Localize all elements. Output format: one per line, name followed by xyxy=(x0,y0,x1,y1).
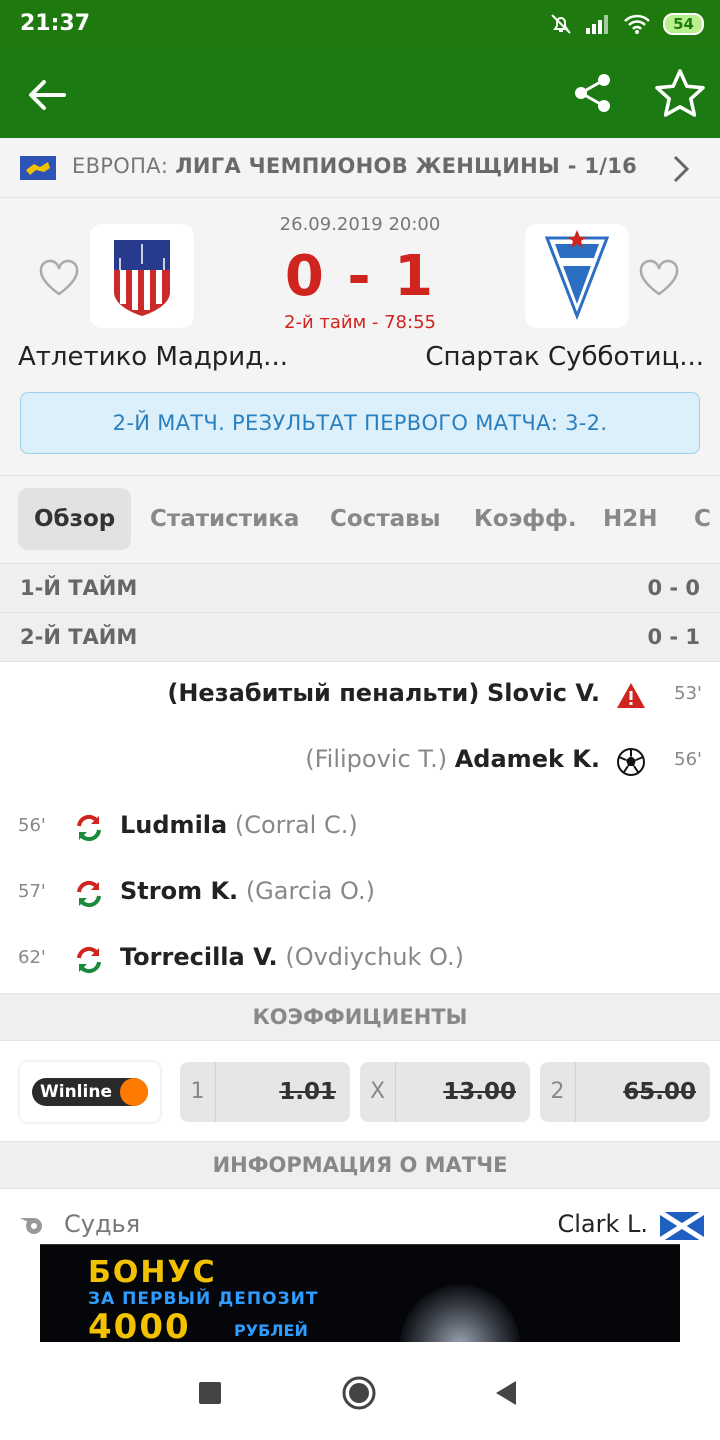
banner-line1: БОНУС xyxy=(88,1255,217,1290)
back-triangle-icon[interactable] xyxy=(494,1379,518,1407)
odd-key: X xyxy=(360,1062,396,1122)
status-time: 21:37 xyxy=(20,11,91,36)
event-note: (Незабитый пенальти) xyxy=(167,679,480,707)
odd-away-button[interactable]: 2 65.00 xyxy=(540,1062,710,1122)
status-icons: 54 xyxy=(549,12,704,36)
away-team-name[interactable]: Спартак Субботиц... xyxy=(425,342,704,372)
tab-overview[interactable]: Обзор xyxy=(18,488,132,550)
half-score: 0 - 0 xyxy=(647,576,700,600)
event-text: (Filipovic T.) Adamek K. xyxy=(305,745,600,773)
scotland-flag-icon xyxy=(660,1212,704,1240)
event-replaced: (Garcia O.) xyxy=(245,877,375,905)
europe-flag-icon xyxy=(20,156,56,180)
referee-name: Clark L. xyxy=(557,1210,648,1238)
status-bar: 21:37 54 xyxy=(0,0,720,50)
event-row: (Незабитый пенальти) Slovic V. 53' xyxy=(0,663,720,729)
chevron-right-icon[interactable] xyxy=(670,154,692,184)
odds-section-title: КОЭФФИЦИЕНТЫ xyxy=(0,993,720,1041)
event-player: Slovic V. xyxy=(486,679,600,707)
half-label: 2-Й ТАЙМ xyxy=(20,625,138,649)
league-name: ЛИГА ЧЕМПИОНОВ ЖЕНЩИНЫ - 1/16 xyxy=(175,154,638,178)
home-team-name[interactable]: Атлетико Мадрид... xyxy=(18,342,288,372)
event-minute: 62' xyxy=(18,947,46,968)
event-text: (Незабитый пенальти) Slovic V. xyxy=(167,679,600,707)
league-row[interactable]: ЕВРОПА: ЛИГА ЧЕМПИОНОВ ЖЕНЩИНЫ - 1/16 xyxy=(0,138,720,198)
bookmaker-logo[interactable]: Winline xyxy=(20,1062,160,1122)
banner-line2: ЗА ПЕРВЫЙ ДЕПОЗИТ xyxy=(88,1289,319,1309)
odd-value: 13.00 xyxy=(443,1079,516,1105)
home-circle-icon[interactable] xyxy=(342,1376,376,1410)
bookmaker-name: Winline xyxy=(32,1078,148,1106)
app-toolbar xyxy=(0,50,720,138)
odd-draw-button[interactable]: X 13.00 xyxy=(360,1062,530,1122)
event-replaced: (Ovdiychuk O.) xyxy=(285,943,464,971)
event-text: Torrecilla V. (Ovdiychuk O.) xyxy=(120,943,464,971)
back-arrow-icon[interactable] xyxy=(24,72,70,118)
wifi-icon xyxy=(624,14,651,34)
signal-icon xyxy=(586,15,609,34)
banner-image xyxy=(400,1285,520,1342)
banner-line4: РУБЛЕЙ xyxy=(234,1321,308,1340)
spartak-crest-icon xyxy=(544,230,610,321)
recents-square-icon[interactable] xyxy=(199,1382,221,1404)
odds-row: Winline 1 1.01 X 13.00 2 65.00 xyxy=(0,1042,720,1142)
match-tabs: Обзор Статистика Составы Коэфф. H2H С xyxy=(0,476,720,564)
event-replaced: (Corral C.) xyxy=(234,811,358,839)
event-row: 56' Ludmila (Corral C.) xyxy=(0,795,720,861)
event-row: (Filipovic T.) Adamek K. 56' xyxy=(0,729,720,795)
banner-line3: 4000 xyxy=(88,1307,191,1342)
bookmaker-dot-icon xyxy=(120,1078,148,1106)
missed-penalty-icon xyxy=(617,683,645,708)
share-icon[interactable] xyxy=(570,70,616,116)
event-player: Torrecilla V. xyxy=(120,943,278,971)
event-text: Strom K. (Garcia O.) xyxy=(120,877,375,905)
odd-value: 65.00 xyxy=(623,1079,696,1105)
odd-key: 2 xyxy=(540,1062,576,1122)
event-text: Ludmila (Corral C.) xyxy=(120,811,358,839)
substitution-icon xyxy=(77,814,101,842)
mute-icon xyxy=(551,14,571,34)
league-title: ЕВРОПА: ЛИГА ЧЕМПИОНОВ ЖЕНЩИНЫ - 1/16 xyxy=(72,154,637,178)
tab-odds[interactable]: Коэфф. xyxy=(458,488,593,550)
away-favorite-heart-icon[interactable] xyxy=(638,258,680,298)
league-prefix: ЕВРОПА: xyxy=(72,154,169,178)
event-row: 57' Strom K. (Garcia O.) xyxy=(0,861,720,927)
away-team-logo[interactable] xyxy=(525,224,629,328)
event-player: Ludmila xyxy=(120,811,228,839)
referee-label: Судья xyxy=(64,1210,141,1238)
event-assist: (Filipovic T.) xyxy=(305,745,448,773)
half-score: 0 - 1 xyxy=(647,625,700,649)
event-minute: 57' xyxy=(18,881,46,902)
first-half-row: 1-Й ТАЙМ 0 - 0 xyxy=(0,564,720,613)
whistle-icon xyxy=(20,1218,42,1234)
bonus-banner[interactable]: БОНУС ЗА ПЕРВЫЙ ДЕПОЗИТ 4000 РУБЛЕЙ xyxy=(40,1244,680,1342)
event-player: Adamek K. xyxy=(454,745,600,773)
substitution-icon xyxy=(77,880,101,908)
tab-more[interactable]: С xyxy=(678,488,720,550)
event-player: Strom K. xyxy=(120,877,239,905)
half-label: 1-Й ТАЙМ xyxy=(20,576,138,600)
odd-value: 1.01 xyxy=(279,1079,336,1105)
match-header: 26.09.2019 20:00 0 - 1 2-й тайм - 78:55 … xyxy=(0,198,720,476)
match-info-title: ИНФОРМАЦИЯ О МАТЧЕ xyxy=(0,1141,720,1189)
event-minute: 56' xyxy=(674,749,702,770)
substitution-icon xyxy=(77,946,101,974)
odd-home-button[interactable]: 1 1.01 xyxy=(180,1062,350,1122)
event-minute: 56' xyxy=(18,815,46,836)
event-minute: 53' xyxy=(674,683,702,704)
first-leg-notice: 2-Й МАТЧ. РЕЗУЛЬТАТ ПЕРВОГО МАТЧА: 3-2. xyxy=(20,392,700,454)
tab-lineups[interactable]: Составы xyxy=(314,488,457,550)
tab-statistics[interactable]: Статистика xyxy=(134,488,315,550)
goal-ball-icon xyxy=(617,748,645,776)
tab-h2h[interactable]: H2H xyxy=(587,488,674,550)
favorite-star-icon[interactable] xyxy=(654,68,706,118)
event-row: 62' Torrecilla V. (Ovdiychuk O.) xyxy=(0,927,720,993)
battery-indicator: 54 xyxy=(663,13,704,35)
system-nav-bar xyxy=(0,1342,720,1440)
odd-key: 1 xyxy=(180,1062,216,1122)
second-half-row: 2-Й ТАЙМ 0 - 1 xyxy=(0,613,720,662)
